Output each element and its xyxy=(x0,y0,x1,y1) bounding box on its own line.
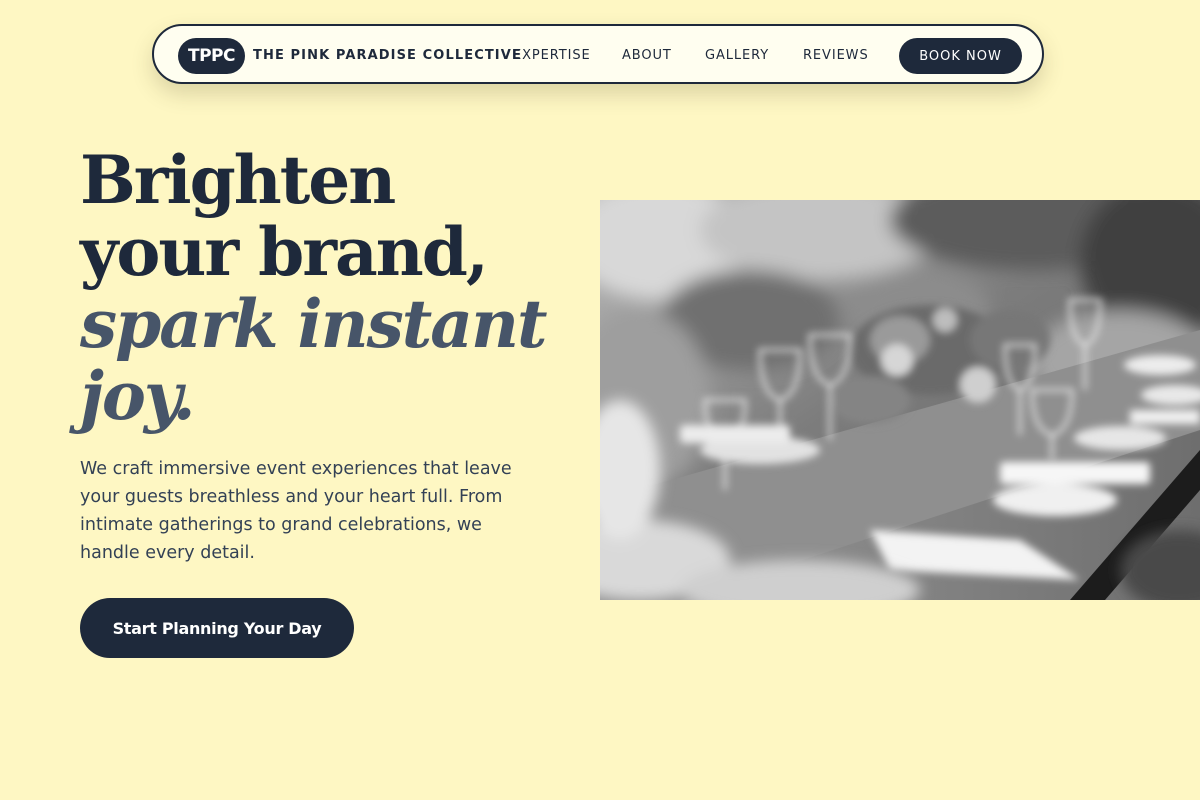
book-now-button[interactable]: BOOK NOW xyxy=(899,38,1022,74)
main-navigation: TPPC THE PINK PARADISE COLLECTIVE EXPERT… xyxy=(152,24,1044,84)
brand-logo[interactable]: TPPC xyxy=(178,38,245,74)
hero-headline-line-2: your brand, xyxy=(80,213,489,291)
start-planning-button[interactable]: Start Planning Your Day xyxy=(80,598,354,658)
hero-headline-accent-line-1: spark instant xyxy=(80,285,547,363)
hero-description: We craft immersive event experiences tha… xyxy=(80,459,512,563)
nav-link-about[interactable]: ABOUT xyxy=(622,48,672,63)
hero-photo-banquet-table xyxy=(600,200,1200,600)
hero-headline-accent-line-2: joy. xyxy=(80,357,196,435)
nav-link-reviews[interactable]: REVIEWS xyxy=(803,48,869,63)
hero-headline: Brighten your brand, spark instant joy. xyxy=(80,141,547,435)
hero-headline-line-1: Brighten xyxy=(80,141,396,219)
brand-name[interactable]: THE PINK PARADISE COLLECTIVE xyxy=(253,48,522,63)
nav-link-expertise[interactable]: EXPERTISE xyxy=(513,48,591,63)
nav-link-gallery[interactable]: GALLERY xyxy=(705,48,769,63)
